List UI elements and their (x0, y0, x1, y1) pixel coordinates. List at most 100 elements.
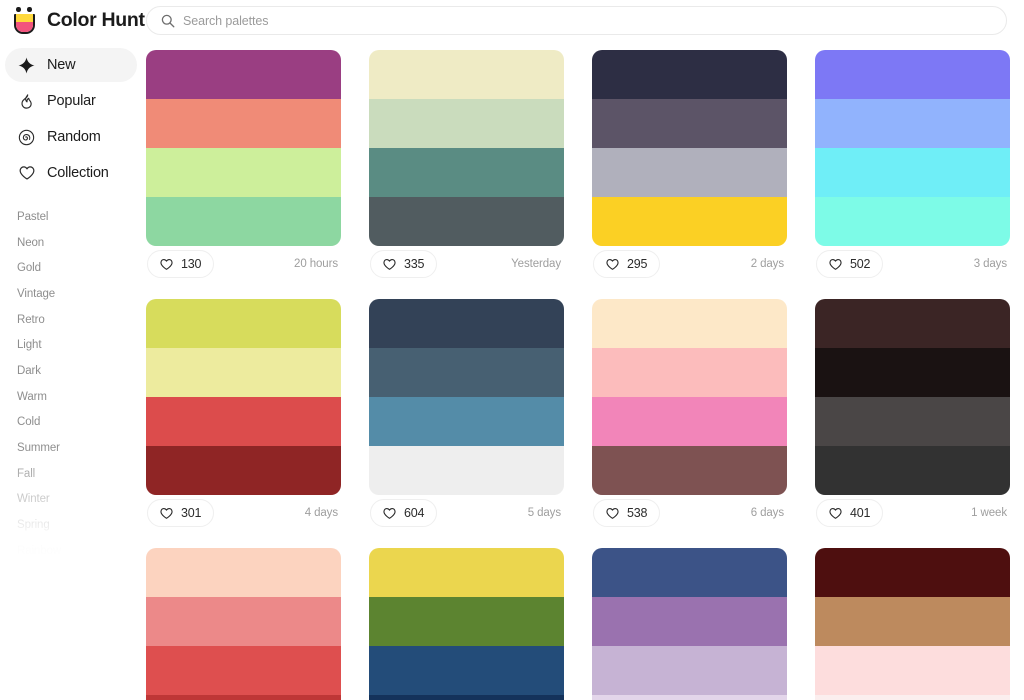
palette-card[interactable]: 604 5 days (369, 299, 564, 531)
like-button[interactable]: 502 (816, 250, 884, 278)
palette-swatch[interactable] (815, 446, 1010, 495)
like-button[interactable]: 401 (816, 499, 884, 527)
like-button[interactable]: 335 (370, 250, 438, 278)
palette-swatch[interactable] (369, 548, 564, 597)
sidebar-item-random[interactable]: Random (5, 120, 137, 154)
palette-card[interactable]: 130 20 hours (146, 50, 341, 282)
palette-swatches[interactable] (369, 548, 564, 700)
palette-swatches[interactable] (815, 50, 1010, 246)
tag-vintage[interactable]: Vintage (0, 281, 146, 307)
sidebar-item-popular[interactable]: Popular (5, 84, 137, 118)
palette-swatch[interactable] (146, 148, 341, 197)
palette-swatch[interactable] (815, 197, 1010, 246)
palette-card[interactable]: 538 6 days (592, 299, 787, 531)
palette-swatch[interactable] (815, 299, 1010, 348)
search-box[interactable] (146, 6, 1007, 35)
palette-swatch[interactable] (815, 148, 1010, 197)
brand-logo[interactable]: Color Hunt (0, 0, 146, 41)
palette-swatch[interactable] (815, 348, 1010, 397)
palette-swatch[interactable] (592, 446, 787, 495)
palette-swatch[interactable] (146, 397, 341, 446)
tag-neon[interactable]: Neon (0, 230, 146, 256)
tag-light[interactable]: Light (0, 332, 146, 358)
palette-card[interactable]: 301 4 days (146, 299, 341, 531)
palette-swatch[interactable] (592, 597, 787, 646)
tag-winter[interactable]: Winter (0, 487, 146, 513)
palette-swatch[interactable] (815, 597, 1010, 646)
palette-swatches[interactable] (369, 299, 564, 495)
palette-card[interactable] (369, 548, 564, 700)
palette-swatches[interactable] (146, 548, 341, 700)
palette-swatch[interactable] (592, 646, 787, 695)
palette-swatch[interactable] (592, 348, 787, 397)
palette-swatches[interactable] (815, 299, 1010, 495)
palette-swatch[interactable] (369, 695, 564, 700)
palette-swatch[interactable] (592, 50, 787, 99)
tag-retro[interactable]: Retro (0, 307, 146, 333)
palette-swatch[interactable] (369, 299, 564, 348)
palette-swatch[interactable] (592, 548, 787, 597)
palette-swatch[interactable] (369, 99, 564, 148)
palette-card[interactable] (146, 548, 341, 700)
palette-swatches[interactable] (592, 299, 787, 495)
palette-swatch[interactable] (369, 148, 564, 197)
palette-swatch[interactable] (592, 99, 787, 148)
palette-swatch[interactable] (815, 397, 1010, 446)
like-button[interactable]: 130 (147, 250, 215, 278)
tag-summer[interactable]: Summer (0, 435, 146, 461)
like-button[interactable]: 538 (593, 499, 661, 527)
palette-swatch[interactable] (815, 695, 1010, 700)
palette-card[interactable]: 295 2 days (592, 50, 787, 282)
tag-pastel[interactable]: Pastel (0, 204, 146, 230)
palette-swatch[interactable] (815, 548, 1010, 597)
tag-gold[interactable]: Gold (0, 255, 146, 281)
palette-swatch[interactable] (592, 197, 787, 246)
palette-swatches[interactable] (592, 50, 787, 246)
tag-rainbow[interactable]: Rainbow (0, 538, 146, 564)
tag-fall[interactable]: Fall (0, 461, 146, 487)
palette-swatch[interactable] (815, 646, 1010, 695)
palette-swatch[interactable] (146, 446, 341, 495)
palette-card[interactable] (592, 548, 787, 700)
palette-swatch[interactable] (146, 197, 341, 246)
palette-swatch[interactable] (146, 695, 341, 700)
tag-dark[interactable]: Dark (0, 358, 146, 384)
palette-swatch[interactable] (369, 397, 564, 446)
palette-card[interactable]: 335 Yesterday (369, 50, 564, 282)
palette-swatches[interactable] (592, 548, 787, 700)
sidebar-item-collection[interactable]: Collection (5, 156, 137, 190)
palette-swatches[interactable] (369, 50, 564, 246)
search-input[interactable] (183, 13, 992, 28)
palette-swatch[interactable] (369, 597, 564, 646)
palette-swatch[interactable] (592, 299, 787, 348)
sidebar-item-new[interactable]: New (5, 48, 137, 82)
palette-swatch[interactable] (146, 646, 341, 695)
palette-card[interactable] (815, 548, 1010, 700)
palette-swatch[interactable] (146, 99, 341, 148)
palette-swatches[interactable] (146, 299, 341, 495)
palette-swatch[interactable] (146, 299, 341, 348)
palette-swatch[interactable] (592, 397, 787, 446)
palette-swatch[interactable] (815, 50, 1010, 99)
palette-swatches[interactable] (815, 548, 1010, 700)
palette-swatch[interactable] (369, 50, 564, 99)
palette-swatches[interactable] (146, 50, 341, 246)
palette-swatch[interactable] (146, 348, 341, 397)
palette-swatch[interactable] (146, 597, 341, 646)
palette-swatch[interactable] (369, 348, 564, 397)
palette-swatch[interactable] (369, 446, 564, 495)
like-button[interactable]: 301 (147, 499, 215, 527)
tag-cold[interactable]: Cold (0, 410, 146, 436)
palette-swatch[interactable] (369, 646, 564, 695)
tag-spring[interactable]: Spring (0, 512, 146, 538)
palette-swatch[interactable] (146, 50, 341, 99)
like-button[interactable]: 604 (370, 499, 438, 527)
palette-swatch[interactable] (369, 197, 564, 246)
palette-swatch[interactable] (592, 148, 787, 197)
palette-card[interactable]: 502 3 days (815, 50, 1010, 282)
tag-warm[interactable]: Warm (0, 384, 146, 410)
palette-card[interactable]: 401 1 week (815, 299, 1010, 531)
like-button[interactable]: 295 (593, 250, 661, 278)
palette-swatch[interactable] (815, 99, 1010, 148)
palette-swatch[interactable] (146, 548, 341, 597)
